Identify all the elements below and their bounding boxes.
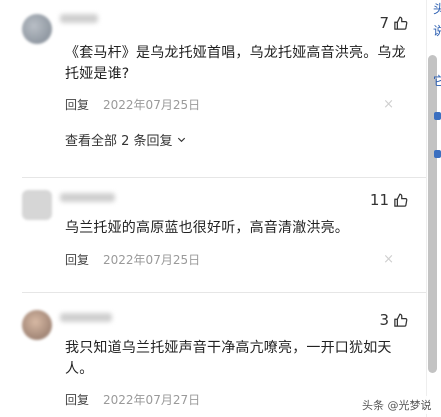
username[interactable] (60, 193, 115, 202)
comment-date: 2022年07月25日 (103, 98, 201, 112)
divider (22, 292, 426, 293)
chevron-down-icon (177, 137, 185, 143)
like-button[interactable]: 11 (370, 191, 408, 209)
thumbs-up-icon (394, 313, 408, 327)
scrollbar-thumb[interactable] (428, 55, 437, 373)
sidebar-edge-text: 它 (433, 74, 441, 88)
avatar[interactable] (22, 14, 52, 44)
comment-date: 2022年07月25日 (103, 253, 201, 267)
like-button[interactable]: 7 (379, 14, 408, 32)
comment-date: 2022年07月27日 (103, 393, 201, 407)
like-count: 7 (379, 14, 389, 32)
like-button[interactable]: 3 (379, 311, 408, 329)
watermark: 头条 @光梦说 (360, 396, 434, 414)
sidebar-edge-icon (434, 150, 441, 158)
reply-button[interactable]: 回复 (65, 251, 89, 268)
comment-text: 《套马杆》是乌龙托娅首唱，乌龙托娅高音洪亮。乌龙托娅是谁? (65, 45, 406, 82)
like-count: 3 (379, 311, 389, 329)
sidebar-edge-icon (434, 112, 441, 120)
view-all-label: 查看全部 2 条回复 (65, 134, 173, 149)
comment-text: 乌兰托娅的高原蓝也很好听，高音清澈洪亮。 (65, 220, 349, 236)
divider (22, 177, 426, 178)
comment-text: 我只知道乌兰托娅声音干净高亢嘹亮，一开口犹如天人。 (65, 340, 392, 377)
comment-meta: 回复 2022年07月25日 × (65, 251, 394, 268)
reply-button[interactable]: 回复 (65, 391, 89, 408)
reply-button[interactable]: 回复 (65, 96, 89, 113)
thumbs-up-icon (394, 193, 408, 207)
thumbs-up-icon (394, 16, 408, 30)
comment-feed: 7 《套马杆》是乌龙托娅首唱，乌龙托娅高音洪亮。乌龙托娅是谁? 回复 2022年… (0, 0, 426, 417)
like-count: 11 (369, 191, 389, 209)
close-icon[interactable]: × (383, 97, 394, 112)
comment-meta: 回复 2022年07月25日 × (65, 96, 394, 113)
username[interactable] (60, 313, 112, 322)
avatar[interactable] (22, 310, 52, 340)
sidebar-edge-text: 说 (433, 24, 441, 38)
view-all-replies-button[interactable]: 查看全部 2 条回复 (65, 130, 187, 149)
close-icon[interactable]: × (383, 252, 394, 267)
avatar[interactable] (22, 190, 52, 220)
username[interactable] (60, 14, 98, 23)
sidebar-edge-text: 头 (433, 2, 441, 16)
comment-meta: 回复 2022年07月27日 (65, 391, 394, 408)
